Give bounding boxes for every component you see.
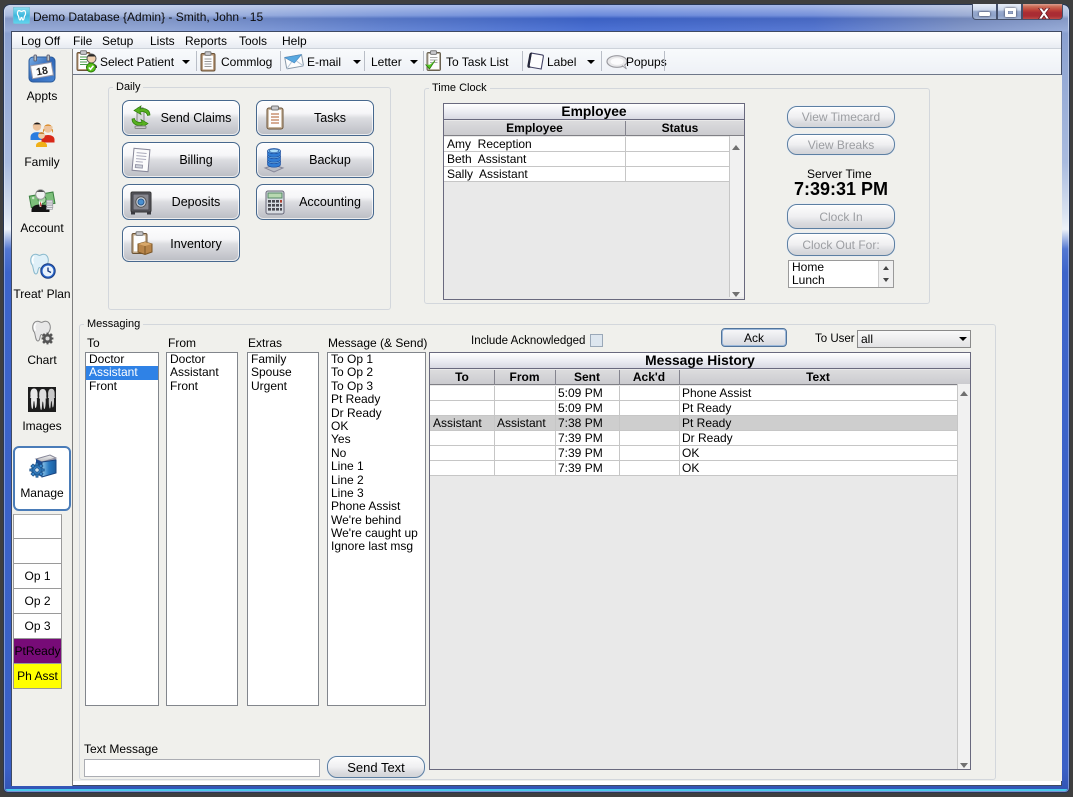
svg-text:18: 18 — [35, 65, 49, 79]
